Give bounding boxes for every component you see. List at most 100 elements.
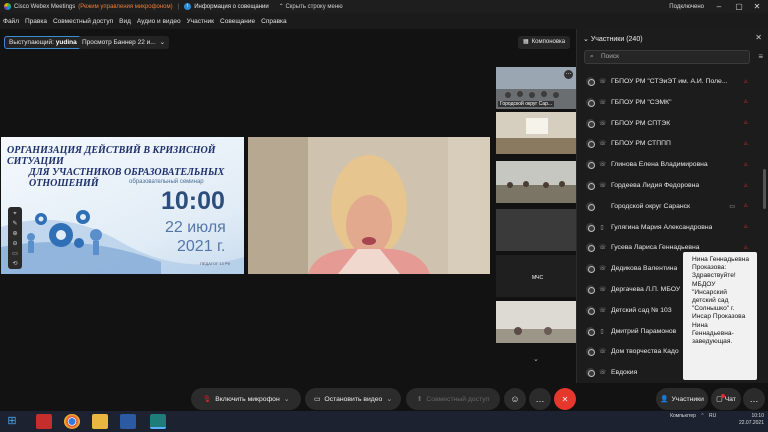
tray-computer[interactable]: Компьютер xyxy=(670,413,696,419)
microphone-muted-icon[interactable]: ⚠ xyxy=(744,79,748,85)
participant-row[interactable]: ☏ ГБПОУ РМ "СТЭиЭТ им. А.И. Поле... ⚠ xyxy=(577,71,763,92)
meeting-info-link[interactable]: Информация о совещании xyxy=(194,4,269,10)
viewing-share-dropdown[interactable]: Просмотр Баннер 22 и... ⌄ xyxy=(78,36,170,49)
windows-start-icon[interactable]: ⊞ xyxy=(4,414,20,429)
microphone-muted-icon[interactable]: ⚠ xyxy=(744,245,748,251)
slide-date-day: 22 июля xyxy=(165,219,226,236)
slide-headline-line2: ДЛЯ УЧАСТНИКОВ ОБРАЗОВАТЕЛЬНЫХ ОТНОШЕНИЙ xyxy=(29,167,225,189)
panel-close-icon[interactable]: ✕ xyxy=(755,33,762,42)
slide-time: 10:00 xyxy=(161,187,225,215)
close-button[interactable]: ✕ xyxy=(748,0,766,13)
tray-language[interactable]: RU xyxy=(709,413,716,419)
video-thumbnail[interactable] xyxy=(496,161,576,203)
menu-edit[interactable]: Правка xyxy=(25,18,47,25)
word-icon[interactable] xyxy=(120,414,136,429)
speaker-name: yudina xyxy=(55,39,77,46)
slide-subtitle: образовательный семинар xyxy=(129,179,204,185)
annotation-tools-icons[interactable]: ⌖ ✎ ⊕ ⊖ ▭ ⟲ xyxy=(8,207,22,269)
share-icon: ⬆ xyxy=(416,396,423,403)
participant-name: Дергачева Л.П. МБОУ xyxy=(611,286,681,293)
panel-more-button[interactable]: … xyxy=(743,388,765,410)
phone-icon: ☏ xyxy=(599,99,607,106)
connection-status: Подключено xyxy=(669,3,704,10)
leave-meeting-button[interactable]: ✕ xyxy=(554,388,576,410)
layout-button[interactable]: ▦ Компоновка xyxy=(518,36,571,49)
participants-button[interactable]: 👤 Участники xyxy=(656,388,708,410)
participants-title[interactable]: ⌄ Участники (240) xyxy=(583,35,643,43)
microphone-muted-icon[interactable]: ⚠ xyxy=(744,141,748,147)
phone-icon: ☏ xyxy=(599,245,607,252)
microphone-muted-icon[interactable]: ⚠ xyxy=(744,183,748,189)
participant-row[interactable]: ☏ Гордеева Лидия Федоровна ⚠ xyxy=(577,175,763,196)
share-button[interactable]: ⬆ Совместный доступ xyxy=(406,388,500,410)
participant-row[interactable]: ☏ ГБПОУ РМ СТППП ⚠ xyxy=(577,133,763,154)
sort-icon[interactable]: ≡ xyxy=(758,52,763,61)
annotation-toolbar[interactable]: ⌖ ✎ ⊕ ⊖ ▭ ⟲ xyxy=(8,207,22,269)
menu-participant[interactable]: Участник xyxy=(187,18,214,25)
video-thumbnail[interactable] xyxy=(496,209,576,251)
minimize-button[interactable]: – xyxy=(710,0,728,13)
avatar-icon xyxy=(586,264,595,274)
microphone-muted-icon[interactable]: ⚠ xyxy=(744,162,748,168)
webex-taskbar-icon[interactable] xyxy=(150,414,166,429)
chevron-down-icon: ⌄ xyxy=(283,396,290,403)
chat-button[interactable]: ▢ Чат xyxy=(711,388,741,410)
microphone-muted-icon[interactable]: ⚠ xyxy=(744,120,748,126)
tray-arrow-icon[interactable]: ⌃ xyxy=(700,413,704,419)
avatar-icon xyxy=(586,118,595,128)
hide-menubar-link[interactable]: ⌃ Скрыть строку меню xyxy=(279,3,343,10)
video-thumbnail[interactable] xyxy=(496,112,576,154)
video-thumbnail[interactable]: … Городской округ Сар... xyxy=(496,67,576,109)
tray-date[interactable]: 22.07.2021 xyxy=(739,420,764,426)
info-icon[interactable]: i xyxy=(184,3,192,10)
phone-icon: ☏ xyxy=(599,120,607,127)
unmute-label: Включить микрофон xyxy=(215,395,280,403)
menu-help[interactable]: Справка xyxy=(261,18,287,25)
menu-audio-video[interactable]: Аудио и видео xyxy=(137,18,181,25)
chat-message-popup[interactable]: Нина Геннадьевна Проказова: Здравствуйте… xyxy=(683,252,757,380)
menu-meeting[interactable]: Совещание xyxy=(220,18,255,25)
participant-row[interactable]: ▯ Гулягина Мария Александровна ⚠ xyxy=(577,217,763,238)
participant-row[interactable]: ☏ ГБПОУ РМ "СЭМК" ⚠ xyxy=(577,92,763,113)
microphone-muted-icon[interactable]: ⚠ xyxy=(744,203,748,209)
tray-time[interactable]: 10:10 xyxy=(751,413,764,419)
viewing-label: Просмотр Баннер 22 и... xyxy=(82,39,156,46)
title-bar: Cisco Webex Meetings (Режим управления м… xyxy=(0,0,768,13)
thumbnail-image xyxy=(496,112,576,154)
participant-row[interactable]: ☏ Глинова Елена Владимировна ⚠ xyxy=(577,154,763,175)
thumbnail-image xyxy=(496,301,576,343)
file-explorer-icon[interactable] xyxy=(92,414,108,429)
phone-icon: ☏ xyxy=(599,287,607,293)
reactions-button[interactable]: ☺ xyxy=(504,388,526,410)
menu-view[interactable]: Вид xyxy=(119,18,131,25)
acrobat-icon[interactable] xyxy=(36,414,52,429)
microphone-muted-icon[interactable]: ⚠ xyxy=(744,99,748,105)
phone-icon: ☏ xyxy=(599,370,607,377)
chat-bubble-icon: ▢ xyxy=(716,394,725,403)
phone-icon: ☏ xyxy=(599,141,607,148)
thumbnail-more-icon[interactable]: … xyxy=(564,70,573,79)
avatar-icon xyxy=(586,222,595,232)
thumbnails-scroll-down-icon[interactable]: ⌄ xyxy=(533,355,539,363)
video-thumbnail[interactable] xyxy=(496,301,576,343)
chrome-icon[interactable] xyxy=(64,414,80,429)
participant-name: Глинова Елена Владимировна xyxy=(611,161,708,169)
more-options-button[interactable]: … xyxy=(529,388,551,410)
participant-row[interactable]: Городской округ Саранск ▭ ⚠ xyxy=(577,196,763,217)
unmute-button[interactable]: 🎙 Включить микрофон ⌄ xyxy=(191,388,301,410)
participant-name: Детский сад № 103 xyxy=(611,306,672,314)
stop-video-button[interactable]: ▭ Остановить видео ⌄ xyxy=(305,388,401,410)
participant-row[interactable]: ☏ ГБПОУ РМ СПТЭК ⚠ xyxy=(577,113,763,134)
avatar-icon xyxy=(586,139,595,149)
participant-name: Дедикова Валентина xyxy=(611,265,678,273)
menu-share[interactable]: Совместный доступ xyxy=(53,18,113,25)
video-thumbnail[interactable]: МЧС xyxy=(496,255,576,297)
menu-file[interactable]: Файл xyxy=(3,18,19,25)
microphone-muted-icon[interactable]: ⚠ xyxy=(744,224,748,230)
maximize-button[interactable]: ▢ xyxy=(730,0,748,13)
avatar-icon xyxy=(586,305,595,315)
phone-icon: ☏ xyxy=(599,349,607,356)
participant-scrollbar[interactable] xyxy=(763,169,766,209)
participant-search-input[interactable]: ⌕ Поиск xyxy=(584,50,750,64)
mobile-icon: ▯ xyxy=(600,328,604,335)
